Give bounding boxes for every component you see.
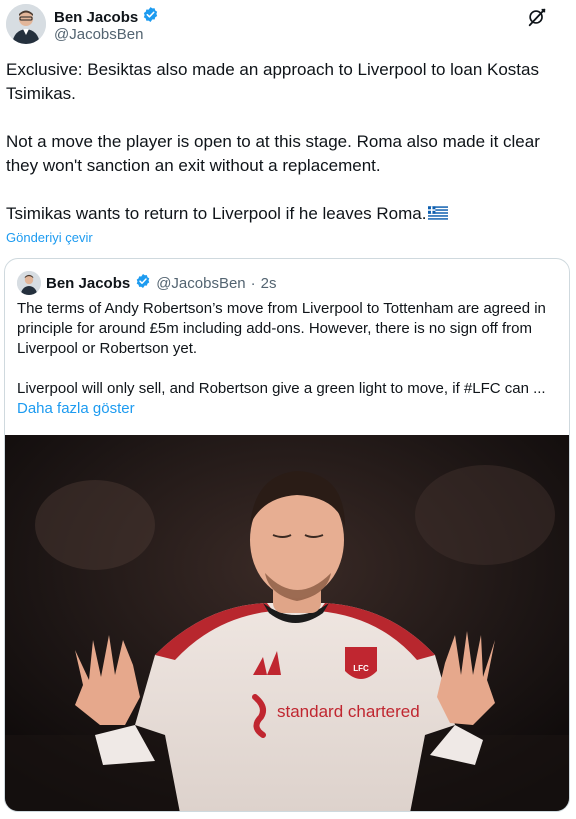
- kit-sponsor-text: standard chartered: [277, 702, 420, 721]
- author-name[interactable]: Ben Jacobs: [54, 9, 138, 26]
- grok-icon[interactable]: [526, 6, 548, 28]
- quoted-author-name: Ben Jacobs: [46, 274, 131, 292]
- quoted-header: Ben Jacobs @JacobsBen · 2s: [17, 271, 277, 295]
- tweet-paragraph: Exclusive: Besiktas also made an approac…: [6, 60, 539, 103]
- quoted-tweet[interactable]: Ben Jacobs @JacobsBen · 2s The terms of …: [4, 258, 570, 812]
- verified-badge-icon: [142, 6, 159, 28]
- quoted-verified-badge-icon: [135, 273, 151, 293]
- quoted-timestamp: 2s: [260, 274, 277, 292]
- quoted-author-handle: @JacobsBen: [156, 274, 246, 292]
- tweet-paragraph-last: Tsimikas wants to return to Liverpool if…: [6, 202, 566, 226]
- author-handle[interactable]: @JacobsBen: [54, 26, 143, 43]
- tweet-body: Exclusive: Besiktas also made an approac…: [6, 58, 566, 226]
- quoted-avatar: [17, 271, 41, 295]
- greece-flag-icon: [428, 203, 449, 220]
- tweet-paragraph: Not a move the player is open to at this…: [6, 132, 540, 175]
- quoted-separator: ·: [250, 274, 256, 292]
- quoted-media-photo[interactable]: LFC standard chartered: [5, 435, 569, 811]
- tweet-header: Ben Jacobs @JacobsBen: [6, 4, 570, 46]
- translate-post-link[interactable]: Gönderiyi çevir: [6, 230, 93, 245]
- tweet-paragraph-text: Tsimikas wants to return to Liverpool if…: [6, 204, 427, 223]
- author-avatar[interactable]: [6, 4, 46, 44]
- kit-badge-text: LFC: [353, 664, 369, 673]
- quoted-body: The terms of Andy Robertson’s move from …: [17, 299, 562, 399]
- show-more-link[interactable]: Daha fazla göster: [17, 400, 135, 417]
- quoted-paragraph: The terms of Andy Robertson’s move from …: [17, 300, 546, 357]
- quoted-paragraph: Liverpool will only sell, and Robertson …: [17, 380, 546, 397]
